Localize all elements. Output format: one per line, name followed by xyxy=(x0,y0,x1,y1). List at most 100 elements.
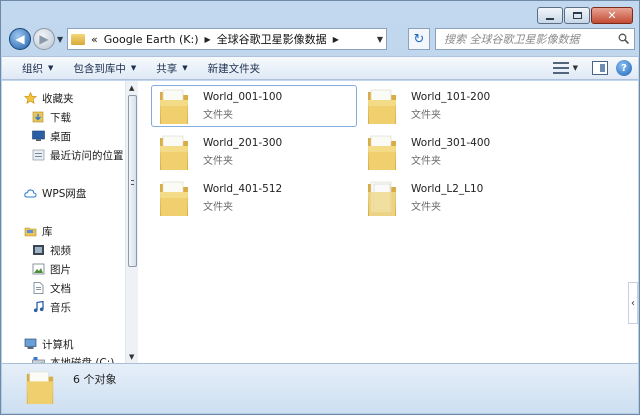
item-count: 6 个对象 xyxy=(73,373,117,386)
chevron-left-icon: ‹ xyxy=(631,297,635,309)
video-icon xyxy=(33,245,44,255)
address-dropdown-icon[interactable]: ▼ xyxy=(377,35,383,44)
folder-icon xyxy=(368,181,396,216)
nav-documents[interactable]: 文档 xyxy=(32,279,71,297)
preview-pane-icon[interactable] xyxy=(592,61,608,75)
toolbar-right: ▼ ? xyxy=(552,60,632,76)
folder-icon xyxy=(26,371,54,404)
maximize-button[interactable] xyxy=(564,7,590,24)
nav-desktop[interactable]: 桌面 xyxy=(32,127,71,145)
folder-item[interactable]: World_401-512 文件夹 xyxy=(151,177,357,219)
address-bar[interactable]: « Google Earth (K:) ▶ 全球谷歌卫星影像数据 ▶ ▼ xyxy=(67,28,387,50)
folder-type: 文件夹 xyxy=(203,156,233,167)
nav-music[interactable]: 音乐 xyxy=(32,298,71,316)
details-pane: 6 个对象 xyxy=(2,363,638,413)
folder-name: World_001-100 xyxy=(203,91,283,103)
library-icon xyxy=(24,227,37,237)
folder-type: 文件夹 xyxy=(411,156,441,167)
folder-name: World_401-512 xyxy=(203,183,283,195)
nav-music-label: 音乐 xyxy=(50,301,71,314)
share-menu[interactable]: 共享 ▼ xyxy=(156,61,187,76)
folder-type: 文件夹 xyxy=(203,202,233,213)
window-controls: ✕ xyxy=(536,7,633,24)
refresh-button[interactable]: ↻ xyxy=(408,28,430,50)
cloud-icon xyxy=(24,189,37,198)
new-folder-button[interactable]: 新建文件夹 xyxy=(208,61,261,76)
view-options-dropdown[interactable]: ▼ xyxy=(573,64,578,72)
navigation-bar: ◀ ▶ ▼ « Google Earth (K:) ▶ 全球谷歌卫星影像数据 ▶… xyxy=(1,27,639,51)
folder-icon xyxy=(160,181,188,216)
navigation-pane: 收藏夹 下载 桌面 最近访问的位置 WPS网盘 库 视频 图片 文档 音乐 计算… xyxy=(2,81,125,364)
downloads-icon xyxy=(32,111,44,123)
command-toolbar: 组织 ▼ 包含到库中 ▼ 共享 ▼ 新建文件夹 ▼ ? xyxy=(2,56,638,80)
close-icon: ✕ xyxy=(607,9,617,22)
chevron-down-icon: ▼ xyxy=(48,64,54,72)
nav-downloads-label: 下载 xyxy=(50,111,71,124)
documents-icon xyxy=(33,282,44,294)
organize-label: 组织 xyxy=(22,62,43,75)
chevron-right-icon[interactable]: ▶ xyxy=(333,35,339,44)
organize-menu[interactable]: 组织 ▼ xyxy=(22,61,53,76)
nav-wps-drive[interactable]: WPS网盘 xyxy=(24,184,86,202)
nav-libraries[interactable]: 库 xyxy=(24,222,53,240)
star-icon xyxy=(24,92,37,104)
minimize-button[interactable] xyxy=(537,7,563,24)
folder-name: World_201-300 xyxy=(203,137,283,149)
breadcrumb-current-folder[interactable]: 全球谷歌卫星影像数据 xyxy=(217,31,327,47)
nav-favorites[interactable]: 收藏夹 xyxy=(24,89,74,107)
close-button[interactable]: ✕ xyxy=(591,7,633,24)
share-label: 共享 xyxy=(156,62,178,75)
arrow-right-icon: ▶ xyxy=(39,32,49,46)
music-icon xyxy=(33,301,44,313)
help-icon[interactable]: ? xyxy=(616,60,632,76)
nav-pictures[interactable]: 图片 xyxy=(32,260,71,278)
folder-item[interactable]: World_101-200 文件夹 xyxy=(359,85,565,127)
scrollbar-thumb[interactable] xyxy=(128,95,137,267)
change-view-icon[interactable] xyxy=(552,61,569,75)
recent-places-icon xyxy=(32,149,45,161)
nav-videos-label: 视频 xyxy=(50,244,71,257)
nav-computer[interactable]: 计算机 xyxy=(24,335,74,353)
recent-pages-dropdown[interactable]: ▼ xyxy=(57,35,63,44)
nav-pictures-label: 图片 xyxy=(50,263,71,276)
include-in-library-menu[interactable]: 包含到库中 ▼ xyxy=(73,61,136,76)
nav-favorites-label: 收藏夹 xyxy=(42,92,74,105)
breadcrumb-drive[interactable]: Google Earth (K:) xyxy=(104,33,199,46)
minimize-icon xyxy=(546,17,554,20)
nav-recent-places[interactable]: 最近访问的位置 xyxy=(32,146,124,164)
collapse-panel-button[interactable]: ‹ xyxy=(628,282,638,324)
folder-type: 文件夹 xyxy=(411,110,441,121)
folder-name: World_301-400 xyxy=(411,137,491,149)
folder-type: 文件夹 xyxy=(411,202,441,213)
file-list: World_001-100 文件夹 World_101-200 文件夹 Worl… xyxy=(139,81,630,364)
folder-name: World_L2_L10 xyxy=(411,183,484,195)
folder-icon xyxy=(160,135,188,170)
navigation-pane-scrollbar[interactable]: ▲ ▼ xyxy=(125,81,138,364)
nav-downloads[interactable]: 下载 xyxy=(32,108,71,126)
scroll-down-icon[interactable]: ▼ xyxy=(129,353,134,361)
forward-button[interactable]: ▶ xyxy=(33,28,55,50)
chevron-right-icon[interactable]: ▶ xyxy=(205,35,211,44)
search-box[interactable] xyxy=(435,28,635,50)
pictures-icon xyxy=(32,263,45,275)
folder-icon xyxy=(71,33,85,45)
chevron-down-icon: ▼ xyxy=(130,64,137,72)
folder-item[interactable]: World_301-400 文件夹 xyxy=(359,131,565,173)
folder-item[interactable]: World_001-100 文件夹 xyxy=(151,85,357,127)
scroll-up-icon[interactable]: ▲ xyxy=(129,84,134,92)
back-button[interactable]: ◀ xyxy=(9,28,31,50)
nav-documents-label: 文档 xyxy=(50,282,71,295)
folder-item[interactable]: World_L2_L10 文件夹 xyxy=(359,177,565,219)
desktop-icon xyxy=(32,130,45,141)
nav-videos[interactable]: 视频 xyxy=(32,241,71,259)
folder-item[interactable]: World_201-300 文件夹 xyxy=(151,131,357,173)
search-input[interactable] xyxy=(444,32,614,46)
folder-icon xyxy=(368,89,396,124)
folder-type: 文件夹 xyxy=(203,110,233,121)
breadcrumb-overflow[interactable]: « xyxy=(91,33,98,46)
search-icon[interactable] xyxy=(618,33,629,44)
maximize-icon xyxy=(572,12,582,19)
nav-wps-label: WPS网盘 xyxy=(42,187,87,200)
nav-computer-label: 计算机 xyxy=(42,338,74,351)
include-library-label: 包含到库中 xyxy=(73,62,126,75)
